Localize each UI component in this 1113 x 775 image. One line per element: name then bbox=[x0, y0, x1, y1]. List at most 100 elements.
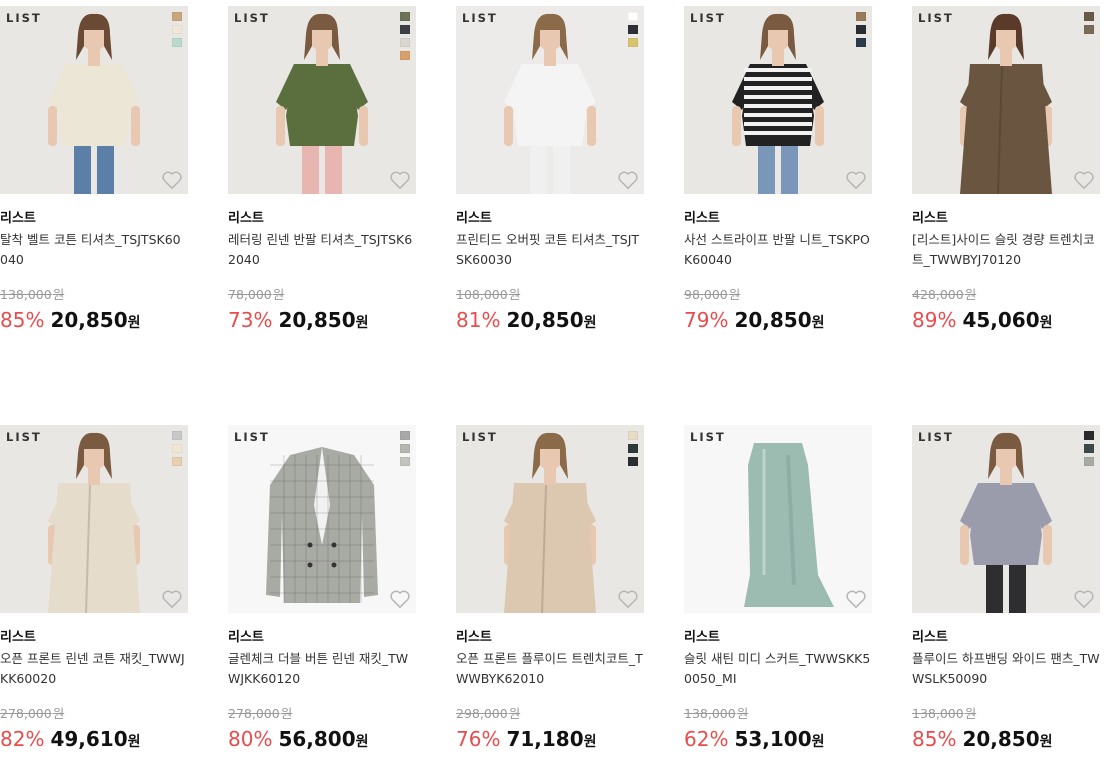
product-name[interactable]: 플루이드 하프밴딩 와이드 팬츠_TWWSLK50090 bbox=[912, 649, 1100, 689]
currency-unit: 원 bbox=[272, 287, 285, 302]
product-image[interactable]: LIST bbox=[456, 6, 644, 194]
color-swatch bbox=[172, 38, 182, 47]
product-image[interactable]: LIST bbox=[228, 425, 416, 613]
sale-price: 56,800 bbox=[278, 727, 356, 751]
color-swatch bbox=[628, 457, 638, 466]
sale-price: 20,850 bbox=[962, 727, 1040, 751]
product-card[interactable]: LIST 리스트슬릿 새틴 미디 스커트_TWWSKK50050_MI 138,00… bbox=[684, 425, 884, 775]
color-swatch bbox=[172, 12, 182, 21]
product-card[interactable]: LIST 리스트탈착 벨트 코튼 티셔츠_TSJTSK60040 138,000원 8… bbox=[0, 6, 200, 356]
original-price: 428,000원 bbox=[912, 284, 976, 303]
color-swatches bbox=[400, 12, 410, 64]
heart-icon[interactable] bbox=[617, 170, 639, 190]
product-name[interactable]: 레터링 린넨 반팔 티셔츠_TSJTSK62040 bbox=[228, 230, 416, 270]
product-name[interactable]: 사선 스트라이프 반팔 니트_TSKPOK60040 bbox=[684, 230, 872, 270]
product-image[interactable]: LIST bbox=[0, 6, 188, 194]
sale-price: 20,850 bbox=[278, 308, 356, 332]
discount-rate: 85% bbox=[0, 308, 45, 332]
original-price: 138,000원 bbox=[0, 284, 64, 303]
currency-unit: 원 bbox=[52, 706, 65, 721]
currency-unit: 원 bbox=[583, 315, 597, 331]
product-name[interactable]: 글렌체크 더블 버튼 린넨 재킷_TWWJKK60120 bbox=[228, 649, 416, 689]
color-swatches bbox=[172, 431, 182, 470]
heart-icon[interactable] bbox=[389, 170, 411, 190]
currency-unit: 원 bbox=[508, 706, 521, 721]
product-card[interactable]: LIST 리스트 레터링 린넨 반팔 티셔츠_TSJTSK62040 78,000원 7… bbox=[228, 6, 428, 356]
heart-icon[interactable] bbox=[1073, 170, 1095, 190]
product-image[interactable]: LIST bbox=[912, 6, 1100, 194]
heart-icon[interactable] bbox=[161, 589, 183, 609]
original-price-value: 298,000 bbox=[456, 706, 508, 721]
product-brand[interactable]: 리스트 bbox=[0, 207, 36, 226]
sale-price-line: 89% 45,060원 bbox=[912, 308, 1053, 332]
product-card[interactable]: LIST 리스트 사선 스트라이프 반팔 니트_TSKPOK60040 98,000원… bbox=[684, 6, 884, 356]
product-image[interactable]: LIST bbox=[228, 6, 416, 194]
product-image[interactable]: LIST bbox=[684, 6, 872, 194]
color-swatches bbox=[856, 12, 866, 51]
product-brand[interactable]: 리스트 bbox=[228, 626, 264, 645]
product-name[interactable]: 프린티드 오버핏 코튼 티셔츠_TSJTSK60030 bbox=[456, 230, 644, 270]
product-card[interactable]: LIST 리스트오픈 프론트 플루이드 트렌치코트_TWWBYK62010 298,… bbox=[456, 425, 656, 775]
color-swatch bbox=[628, 444, 638, 453]
heart-icon[interactable] bbox=[161, 170, 183, 190]
product-image[interactable]: LIST bbox=[684, 425, 872, 613]
heart-icon[interactable] bbox=[1073, 589, 1095, 609]
sale-price: 20,850 bbox=[506, 308, 584, 332]
product-brand[interactable]: 리스트 bbox=[912, 207, 948, 226]
discount-rate: 79% bbox=[684, 308, 729, 332]
sale-price: 45,060 bbox=[962, 308, 1040, 332]
currency-unit: 원 bbox=[127, 315, 141, 331]
color-swatches bbox=[400, 431, 410, 470]
product-card[interactable]: LIST 리스트플루이드 하프밴딩 와이드 팬츠_TWWSLK50090 138,0… bbox=[912, 425, 1112, 775]
original-price: 108,000원 bbox=[456, 284, 520, 303]
product-name[interactable]: [리스트]사이드 슬릿 경량 트렌치코트_TWWBYJ70120 bbox=[912, 230, 1100, 270]
sale-price-line: 80% 56,800원 bbox=[228, 727, 369, 751]
product-name[interactable]: 오픈 프론트 린넨 코튼 재킷_TWWJKK60020 bbox=[0, 649, 188, 689]
color-swatch bbox=[1084, 25, 1094, 34]
sale-price: 71,180 bbox=[506, 727, 584, 751]
color-swatch bbox=[400, 25, 410, 34]
product-name[interactable]: 탈착 벨트 코튼 티셔츠_TSJTSK60040 bbox=[0, 230, 188, 270]
product-brand[interactable]: 리스트 bbox=[228, 207, 264, 226]
product-name[interactable]: 오픈 프론트 플루이드 트렌치코트_TWWBYK62010 bbox=[456, 649, 644, 689]
sale-price: 20,850 bbox=[50, 308, 128, 332]
currency-unit: 원 bbox=[355, 734, 369, 750]
product-card[interactable]: LIST 리스트오픈 프론트 린넨 코튼 재킷_TWWJKK60020 278,00… bbox=[0, 425, 200, 775]
heart-icon[interactable] bbox=[845, 170, 867, 190]
heart-icon[interactable] bbox=[845, 589, 867, 609]
original-price-value: 138,000 bbox=[912, 706, 964, 721]
original-price-value: 278,000 bbox=[0, 706, 52, 721]
product-name[interactable]: 슬릿 새틴 미디 스커트_TWWSKK50050_MI bbox=[684, 649, 872, 689]
product-card[interactable]: LIST 리스트 [리스트]사이드 슬릿 경량 트렌치코트_TWWBYJ70120 4… bbox=[912, 6, 1112, 356]
currency-unit: 원 bbox=[811, 734, 825, 750]
brand-logo: LIST bbox=[918, 11, 954, 25]
color-swatch bbox=[400, 457, 410, 466]
heart-icon[interactable] bbox=[389, 589, 411, 609]
product-brand[interactable]: 리스트 bbox=[912, 626, 948, 645]
product-brand[interactable]: 리스트 bbox=[456, 207, 492, 226]
currency-unit: 원 bbox=[964, 706, 977, 721]
product-brand[interactable]: 리스트 bbox=[684, 626, 720, 645]
original-price-value: 108,000 bbox=[456, 287, 508, 302]
product-brand[interactable]: 리스트 bbox=[456, 626, 492, 645]
discount-rate: 82% bbox=[0, 727, 45, 751]
product-card[interactable]: LIST 리스트 글렌체크 더블 버튼 린넨 재킷_TWWJKK60120 278,0… bbox=[228, 425, 428, 775]
sale-price-line: 76% 71,180원 bbox=[456, 727, 597, 751]
sale-price-line: 79% 20,850원 bbox=[684, 308, 825, 332]
product-image[interactable]: LIST bbox=[0, 425, 188, 613]
product-brand[interactable]: 리스트 bbox=[684, 207, 720, 226]
heart-icon[interactable] bbox=[617, 589, 639, 609]
product-brand[interactable]: 리스트 bbox=[0, 626, 36, 645]
color-swatch bbox=[856, 25, 866, 34]
sale-price-line: 85% 20,850원 bbox=[0, 308, 141, 332]
color-swatch bbox=[1084, 12, 1094, 21]
product-card[interactable]: LIST 리스트프린티드 오버핏 코튼 티셔츠_TSJTSK60030 108,00… bbox=[456, 6, 656, 356]
product-image[interactable]: LIST bbox=[912, 425, 1100, 613]
product-image[interactable]: LIST bbox=[456, 425, 644, 613]
color-swatch bbox=[856, 38, 866, 47]
original-price-value: 138,000 bbox=[684, 706, 736, 721]
sale-price-line: 73% 20,850원 bbox=[228, 308, 369, 332]
color-swatch bbox=[400, 431, 410, 440]
original-price-value: 428,000 bbox=[912, 287, 964, 302]
currency-unit: 원 bbox=[127, 734, 141, 750]
